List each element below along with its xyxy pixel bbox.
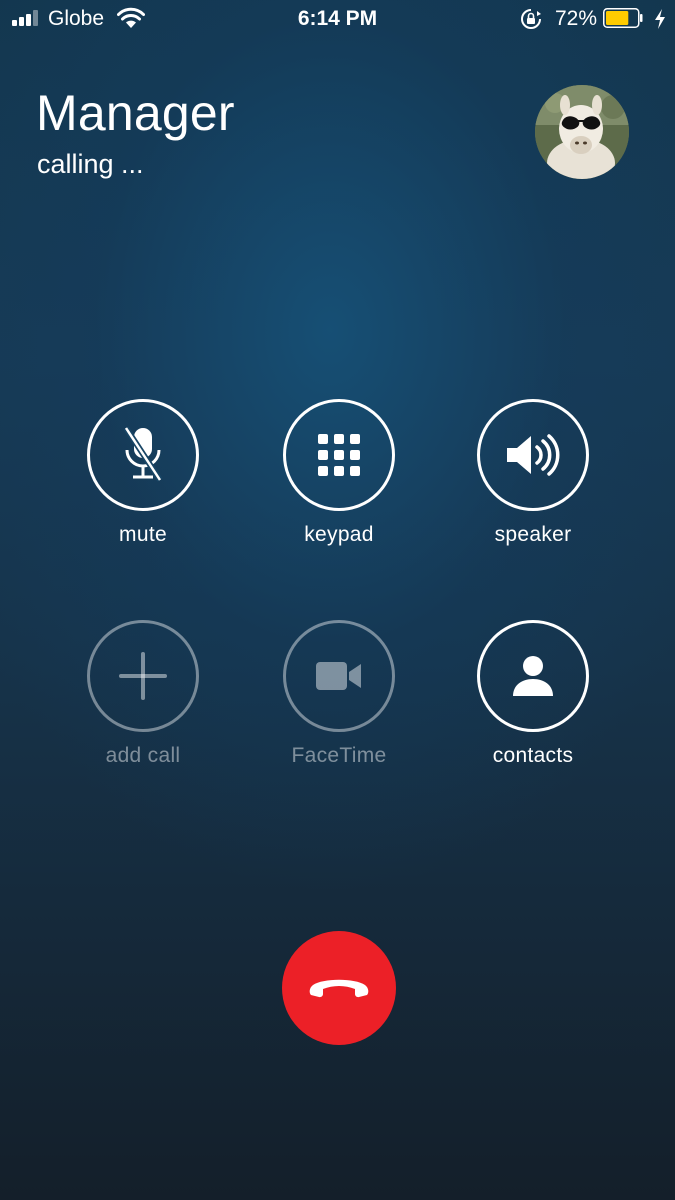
mic-off-icon: [123, 426, 163, 482]
status-bar: Globe 6:14 PM 72%: [0, 0, 675, 40]
speaker-button-ring[interactable]: [477, 399, 589, 511]
battery-icon: [603, 8, 643, 28]
contact-avatar: [535, 85, 629, 179]
plus-icon: [119, 652, 167, 700]
rotation-lock-icon: [521, 9, 541, 29]
llama-avatar-image: [535, 85, 629, 179]
phone-hangup-icon: [309, 979, 369, 998]
speaker-label: speaker: [494, 523, 572, 546]
end-call-button[interactable]: [282, 931, 396, 1045]
video-camera-icon: [316, 662, 361, 690]
add-call-label: add call: [105, 744, 181, 767]
mute-button[interactable]: mute: [63, 399, 223, 547]
battery-percentage: 72%: [555, 7, 598, 30]
contacts-button[interactable]: contacts: [453, 620, 613, 768]
charging-icon: [655, 9, 665, 29]
keypad-button-ring[interactable]: [283, 399, 395, 511]
facetime-button[interactable]: FaceTime: [259, 620, 419, 768]
facetime-label: FaceTime: [291, 744, 387, 767]
speaker-icon: [507, 434, 560, 476]
caller-name: Manager: [36, 85, 235, 141]
add-call-button-ring[interactable]: [87, 620, 199, 732]
contacts-label: contacts: [492, 744, 574, 767]
person-icon: [513, 656, 553, 696]
add-call-button[interactable]: add call: [63, 620, 223, 768]
keypad-label: keypad: [304, 523, 374, 546]
mute-button-ring[interactable]: [87, 399, 199, 511]
contacts-button-ring[interactable]: [477, 620, 589, 732]
keypad-grid-icon: [318, 434, 360, 476]
speaker-button[interactable]: speaker: [453, 399, 613, 547]
facetime-button-ring[interactable]: [283, 620, 395, 732]
call-status: calling ...: [37, 149, 144, 179]
keypad-button[interactable]: keypad: [259, 399, 419, 547]
mute-label: mute: [119, 523, 167, 546]
